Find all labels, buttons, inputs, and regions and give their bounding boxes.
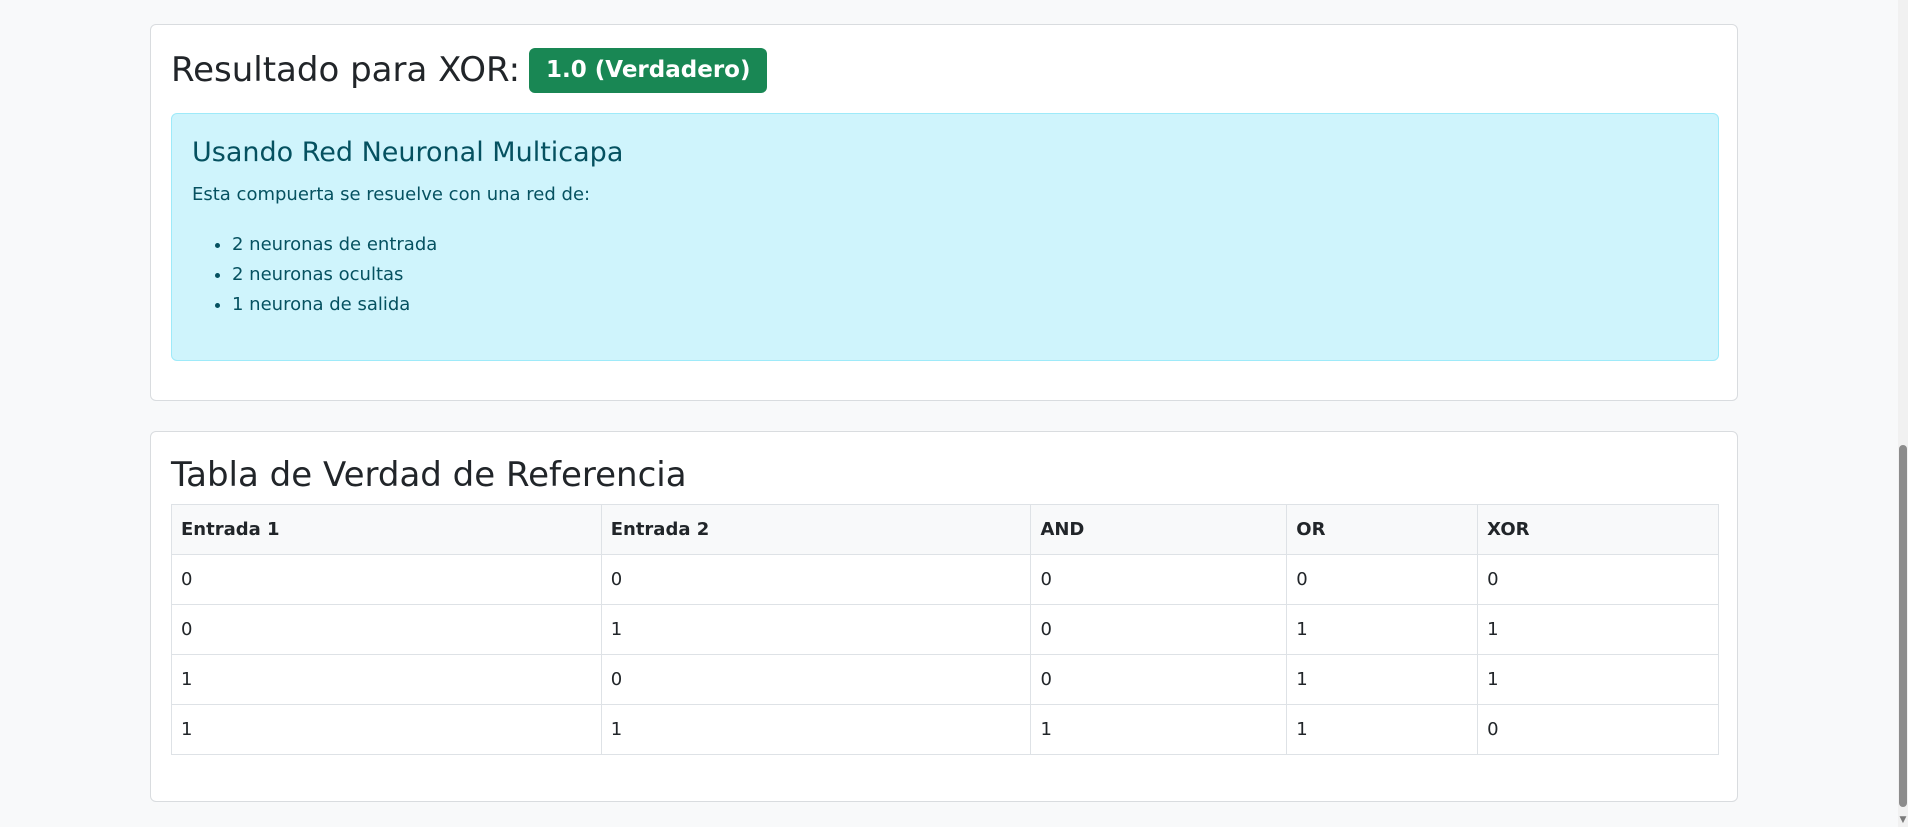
list-item: 1 neurona de salida	[232, 290, 1698, 320]
result-badge: 1.0 (Verdadero)	[529, 47, 768, 93]
table-cell: 0	[1030, 604, 1288, 655]
column-header-entrada-1: Entrada 1	[171, 504, 602, 555]
table-cell: 1	[1286, 604, 1479, 655]
scrollbar-thumb[interactable]	[1899, 445, 1907, 807]
table-cell: 1	[600, 604, 1032, 655]
table-cell: 1	[600, 704, 1032, 755]
table-cell: 1	[171, 704, 602, 755]
result-card: Resultado para XOR: 1.0 (Verdadero) Usan…	[150, 24, 1738, 401]
neuron-list: 2 neuronas de entrada 2 neuronas ocultas…	[192, 230, 1698, 320]
column-header-and: AND	[1030, 504, 1288, 555]
table-cell: 1	[171, 654, 602, 705]
truth-table: Entrada 1 Entrada 2 AND OR XOR 0 0 0 0 0…	[171, 504, 1719, 755]
table-cell: 0	[1286, 554, 1479, 605]
table-cell: 0	[171, 604, 602, 655]
table-cell: 0	[1477, 704, 1719, 755]
truth-table-title: Tabla de Verdad de Referencia	[171, 455, 687, 495]
column-header-xor: XOR	[1477, 504, 1719, 555]
table-cell: 1	[1477, 654, 1719, 705]
vertical-scrollbar[interactable]: ▼	[1898, 0, 1908, 827]
table-row: 1 1 1 1 0	[171, 704, 1719, 755]
column-header-entrada-2: Entrada 2	[600, 504, 1032, 555]
result-title-text: Resultado para XOR:	[171, 50, 521, 90]
table-row: 0 0 0 0 0	[171, 554, 1719, 605]
info-text: Esta compuerta se resuelve con una red d…	[192, 184, 591, 205]
result-title: Resultado para XOR: 1.0 (Verdadero)	[171, 47, 768, 93]
table-row: 1 0 0 1 1	[171, 654, 1719, 705]
table-cell: 0	[171, 554, 602, 605]
table-cell: 0	[1477, 554, 1719, 605]
table-cell: 1	[1030, 704, 1288, 755]
table-cell: 0	[1030, 554, 1288, 605]
page: Resultado para XOR: 1.0 (Verdadero) Usan…	[0, 0, 1908, 827]
info-alert: Usando Red Neuronal Multicapa Esta compu…	[171, 113, 1719, 361]
table-cell: 1	[1477, 604, 1719, 655]
column-header-or: OR	[1286, 504, 1479, 555]
table-cell: 0	[1030, 654, 1288, 705]
scroll-down-arrow-icon[interactable]: ▼	[1898, 815, 1908, 825]
list-item: 2 neuronas ocultas	[232, 260, 1698, 290]
table-header-row: Entrada 1 Entrada 2 AND OR XOR	[171, 504, 1719, 555]
truth-table-card: Tabla de Verdad de Referencia Entrada 1 …	[150, 431, 1738, 802]
table-cell: 0	[600, 554, 1032, 605]
table-cell: 0	[600, 654, 1032, 705]
table-row: 0 1 0 1 1	[171, 604, 1719, 655]
table-cell: 1	[1286, 654, 1479, 705]
table-cell: 1	[1286, 704, 1479, 755]
list-item: 2 neuronas de entrada	[232, 230, 1698, 260]
info-heading: Usando Red Neuronal Multicapa	[192, 137, 624, 168]
